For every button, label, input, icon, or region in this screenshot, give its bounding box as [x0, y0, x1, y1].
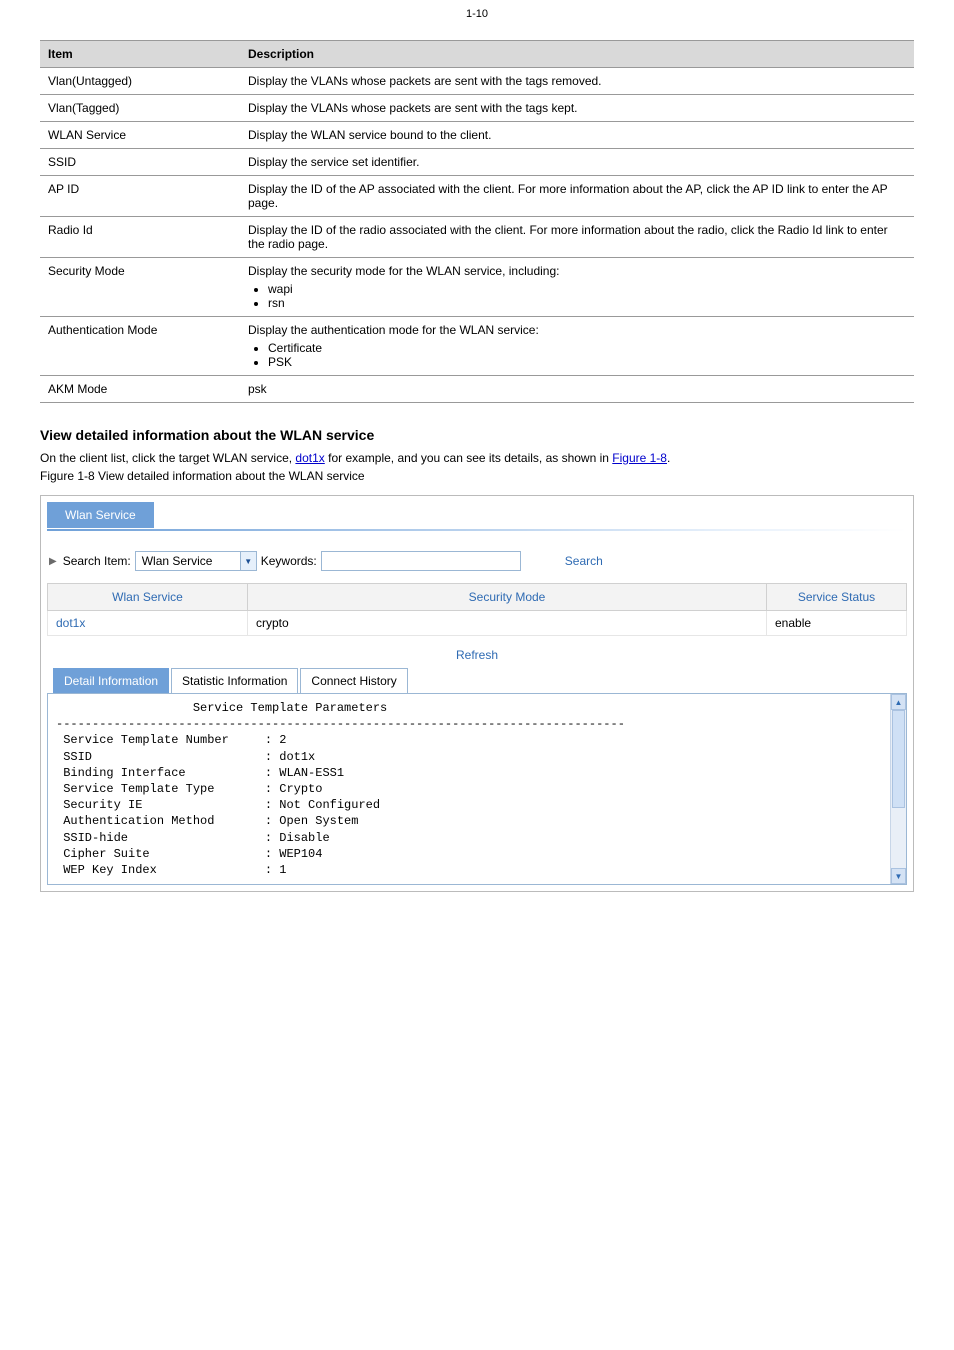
search-button[interactable]: Search [565, 554, 603, 568]
intro-text-3: . [667, 451, 670, 465]
config-item: WLAN Service [40, 122, 240, 149]
config-th-desc: Description [240, 41, 914, 68]
config-item: Vlan(Untagged) [40, 68, 240, 95]
page-number: 1-10 [40, 8, 914, 20]
detail-tabs: Detail Information Statistic Information… [53, 668, 907, 693]
config-desc-list-item: wapi [268, 282, 906, 296]
config-row: Security ModeDisplay the security mode f… [40, 258, 914, 317]
link-figure-1-8[interactable]: Figure 1-8 [612, 451, 667, 465]
chevron-down-icon: ▼ [240, 552, 256, 570]
grid-cell-service-status: enable [767, 611, 907, 636]
refresh-button[interactable]: Refresh [456, 648, 498, 662]
intro-paragraph: On the client list, click the target WLA… [40, 451, 914, 465]
grid-th-service-status[interactable]: Service Status [767, 584, 907, 611]
config-item: Radio Id [40, 217, 240, 258]
config-desc: psk [240, 376, 914, 403]
search-item-label: Search Item: [63, 554, 131, 568]
tab-statistic-information[interactable]: Statistic Information [171, 668, 298, 693]
config-desc: Display the service set identifier. [240, 149, 914, 176]
config-desc: Display the ID of the radio associated w… [240, 217, 914, 258]
config-desc: Display the ID of the AP associated with… [240, 176, 914, 217]
config-row: WLAN ServiceDisplay the WLAN service bou… [40, 122, 914, 149]
config-desc: Display the VLANs whose packets are sent… [240, 95, 914, 122]
table-row: dot1x crypto enable [48, 611, 907, 636]
config-desc-list-item: rsn [268, 296, 906, 310]
config-item: SSID [40, 149, 240, 176]
config-item: AKM Mode [40, 376, 240, 403]
tab-wlan-service[interactable]: Wlan Service [47, 502, 154, 528]
config-row: Authentication ModeDisplay the authentic… [40, 317, 914, 376]
config-row: Radio IdDisplay the ID of the radio asso… [40, 217, 914, 258]
config-row: Vlan(Untagged)Display the VLANs whose pa… [40, 68, 914, 95]
scroll-thumb[interactable] [892, 710, 905, 808]
detail-panel: Service Template Parameters ------------… [47, 693, 907, 885]
config-item: Security Mode [40, 258, 240, 317]
tab-detail-information[interactable]: Detail Information [53, 668, 169, 693]
intro-text: On the client list, click the target WLA… [40, 451, 295, 465]
link-dot1x[interactable]: dot1x [295, 451, 324, 465]
figure-caption: Figure 1-8 View detailed information abo… [40, 469, 914, 483]
config-desc: Display the VLANs whose packets are sent… [240, 68, 914, 95]
search-item-select[interactable]: Wlan Service ▼ [135, 551, 257, 571]
config-table: Item Description Vlan(Untagged)Display t… [40, 40, 914, 403]
config-desc-list-item: Certificate [268, 341, 906, 355]
search-row: ▶ Search Item: Wlan Service ▼ Keywords: … [47, 545, 907, 583]
keywords-input[interactable] [321, 551, 521, 571]
scroll-up-icon[interactable]: ▲ [891, 694, 906, 710]
grid-link-dot1x[interactable]: dot1x [56, 616, 85, 630]
tab-connect-history[interactable]: Connect History [300, 668, 407, 693]
screenshot-panel: Wlan Service ▶ Search Item: Wlan Service… [40, 495, 914, 892]
grid-th-wlan-service[interactable]: Wlan Service [48, 584, 248, 611]
config-desc-list-item: PSK [268, 355, 906, 369]
config-row: AKM Modepsk [40, 376, 914, 403]
detail-content: Service Template Parameters ------------… [48, 694, 890, 884]
scroll-down-icon[interactable]: ▼ [891, 868, 906, 884]
search-item-select-value: Wlan Service [136, 554, 240, 568]
scroll-track[interactable] [891, 710, 906, 868]
config-desc: Display the security mode for the WLAN s… [240, 258, 914, 317]
config-row: AP IDDisplay the ID of the AP associated… [40, 176, 914, 217]
triangle-icon: ▶ [49, 556, 57, 567]
config-row: SSIDDisplay the service set identifier. [40, 149, 914, 176]
grid-cell-security-mode: crypto [248, 611, 767, 636]
keywords-label: Keywords: [261, 554, 317, 568]
config-th-item: Item [40, 41, 240, 68]
config-row: Vlan(Tagged)Display the VLANs whose pack… [40, 95, 914, 122]
config-item: Vlan(Tagged) [40, 95, 240, 122]
top-tabbar: Wlan Service [47, 502, 907, 528]
tab-underline [47, 529, 907, 531]
grid-th-security-mode[interactable]: Security Mode [248, 584, 767, 611]
section-heading: View detailed information about the WLAN… [40, 427, 914, 443]
config-item: AP ID [40, 176, 240, 217]
config-desc: Display the authentication mode for the … [240, 317, 914, 376]
wlan-service-grid: Wlan Service Security Mode Service Statu… [47, 583, 907, 636]
config-desc: Display the WLAN service bound to the cl… [240, 122, 914, 149]
intro-text-2: for example, and you can see its details… [325, 451, 613, 465]
config-item: Authentication Mode [40, 317, 240, 376]
scrollbar[interactable]: ▲ ▼ [890, 694, 906, 884]
